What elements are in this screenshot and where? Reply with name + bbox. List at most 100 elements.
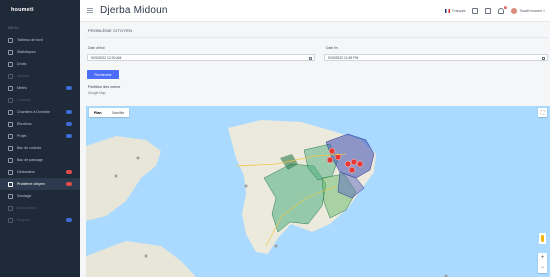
sidebar-item[interactable]: Statistiques [0,46,80,58]
problem-marker[interactable] [344,160,352,168]
sidebar-item[interactable]: Projet [0,130,80,142]
sidebar-item-badge [66,134,72,138]
menu-item-icon [8,193,13,199]
sidebar-item[interactable]: Bac de collecte [0,142,80,154]
sidebar-item-label: Élections [17,122,32,126]
sidebar-item-label: Bac de passage [17,158,43,162]
sidebar-item[interactable]: Sondage [0,190,80,202]
user-menu[interactable]: Touati Houcem ˅ [511,8,545,14]
sidebar-nav: Tableau de bord Statistiques Droits Actions… [0,34,80,226]
language-label: Français [452,9,466,13]
zoom-in-button[interactable]: + [541,255,545,261]
sidebar-item[interactable]: Support [0,214,80,226]
sidebar-item[interactable]: Tableau de bord [0,34,80,46]
menu-item-icon [8,49,13,55]
sidebar-item-label: Déclaration [17,170,36,174]
app-window: houmeti MENU Tableau de bord Statistiques… [0,0,550,277]
sidebar-item-label: Projet [17,134,27,138]
problem-marker[interactable] [350,158,358,166]
zoom-control: + − [538,253,547,273]
menu-item-icon [8,85,13,91]
sidebar-item-badge [66,218,72,222]
menu-item-icon [8,145,13,151]
mainland [86,136,161,221]
town-marker [274,244,278,248]
user-name: Touati Houcem [519,8,543,13]
search-button[interactable]: Recherche [87,70,119,79]
bell-icon[interactable]: 9 [498,6,508,14]
sidebar-item-badge [66,122,72,126]
sidebar-item-label: Statistiques [17,50,36,54]
calendar-icon[interactable] [308,56,312,60]
sidebar-item[interactable]: Déclaration [0,166,80,178]
map-fullscreen-icon[interactable]: ⛶ [538,108,547,117]
sidebar-item-label: Bac de collecte [17,146,42,150]
map-canvas [86,120,448,277]
zoom-out-button[interactable]: − [541,265,545,271]
problem-marker[interactable] [348,166,356,174]
menu-item-icon [8,169,13,175]
map-subtitle: Google Map [88,91,106,95]
date-start-input[interactable]: 9/20/2022 12:00 AM [87,54,315,61]
map-type-plan[interactable]: Plan [89,108,107,117]
sidebar-item[interactable]: Droits [0,58,80,70]
date-end-label: Date fin [326,46,338,50]
calendar-icon[interactable] [541,56,545,60]
sidebar-item[interactable]: Bac de passage [0,154,80,166]
street-view-pegman-icon[interactable] [539,233,546,244]
map-type-satellite[interactable]: Satellite [107,108,130,117]
sidebar-section-title: MENU [8,26,19,30]
sidebar-item-label: Chantiers à Domicile [17,110,51,114]
language-selector[interactable]: Français [445,9,465,13]
sidebar-item[interactable]: Chantiers à Domicile [0,106,80,118]
sidebar-item-label: Conseils [17,98,31,102]
sidebar-item-badge [66,86,72,90]
main-content: PROBLÈME CITOYEN Date début 9/20/2022 12… [80,22,550,277]
sidebar-item[interactable]: Associations [0,202,80,214]
menu-item-icon [8,97,13,103]
sidebar-item-label: Tableau de bord [17,38,43,42]
sidebar: houmeti MENU Tableau de bord Statistiques… [0,0,80,277]
sidebar-item-label: Sondage [17,194,32,198]
menu-item-icon [8,133,13,139]
menu-item-icon [8,109,13,115]
problem-marker[interactable] [328,147,336,155]
grid-icon[interactable] [472,8,479,14]
peninsula [86,241,196,277]
sidebar-item-label: Météo [17,86,27,90]
menu-item-icon [8,205,13,211]
fullscreen-icon[interactable] [485,8,492,14]
google-map[interactable]: Plan Satellite ⛶ + − [86,106,550,277]
sidebar-item-badge [66,110,72,114]
brand-logo[interactable]: houmeti [0,0,80,20]
menu-item-icon [8,181,13,187]
town-marker [244,184,248,188]
town-marker [136,156,140,160]
sidebar-item[interactable]: Problème citoyen [0,178,80,190]
avatar [511,8,518,14]
date-start-label: Date début [88,46,105,50]
sidebar-item-label: Actions [17,74,29,78]
section-title: PROBLÈME CITOYEN [88,28,133,33]
date-end-input[interactable]: 9/20/2022 11:59 PM [324,54,548,61]
sidebar-item-label: Droits [17,62,27,66]
sidebar-item-label: Problème citoyen [17,182,45,186]
sidebar-item[interactable]: Élections [0,118,80,130]
sidebar-item-badge [66,170,72,174]
problem-marker[interactable] [326,156,334,164]
date-start-value: 9/20/2022 12:00 AM [91,55,122,60]
problem-marker[interactable] [356,160,364,168]
map-type-toggle: Plan Satellite [89,108,130,117]
town-marker [144,254,148,258]
sidebar-item[interactable]: Conseils [0,94,80,106]
menu-item-icon [8,217,13,223]
chevron-down-icon: ˅ [543,8,545,13]
sidebar-item[interactable]: Météo [0,82,80,94]
menu-item-icon [8,61,13,67]
hamburger-icon[interactable] [83,4,97,18]
notification-badge: 9 [503,6,508,10]
sidebar-item-badge [66,182,72,186]
town-marker [114,174,118,178]
sidebar-item[interactable]: Actions [0,70,80,82]
page-title: Djerba Midoun [100,5,168,16]
